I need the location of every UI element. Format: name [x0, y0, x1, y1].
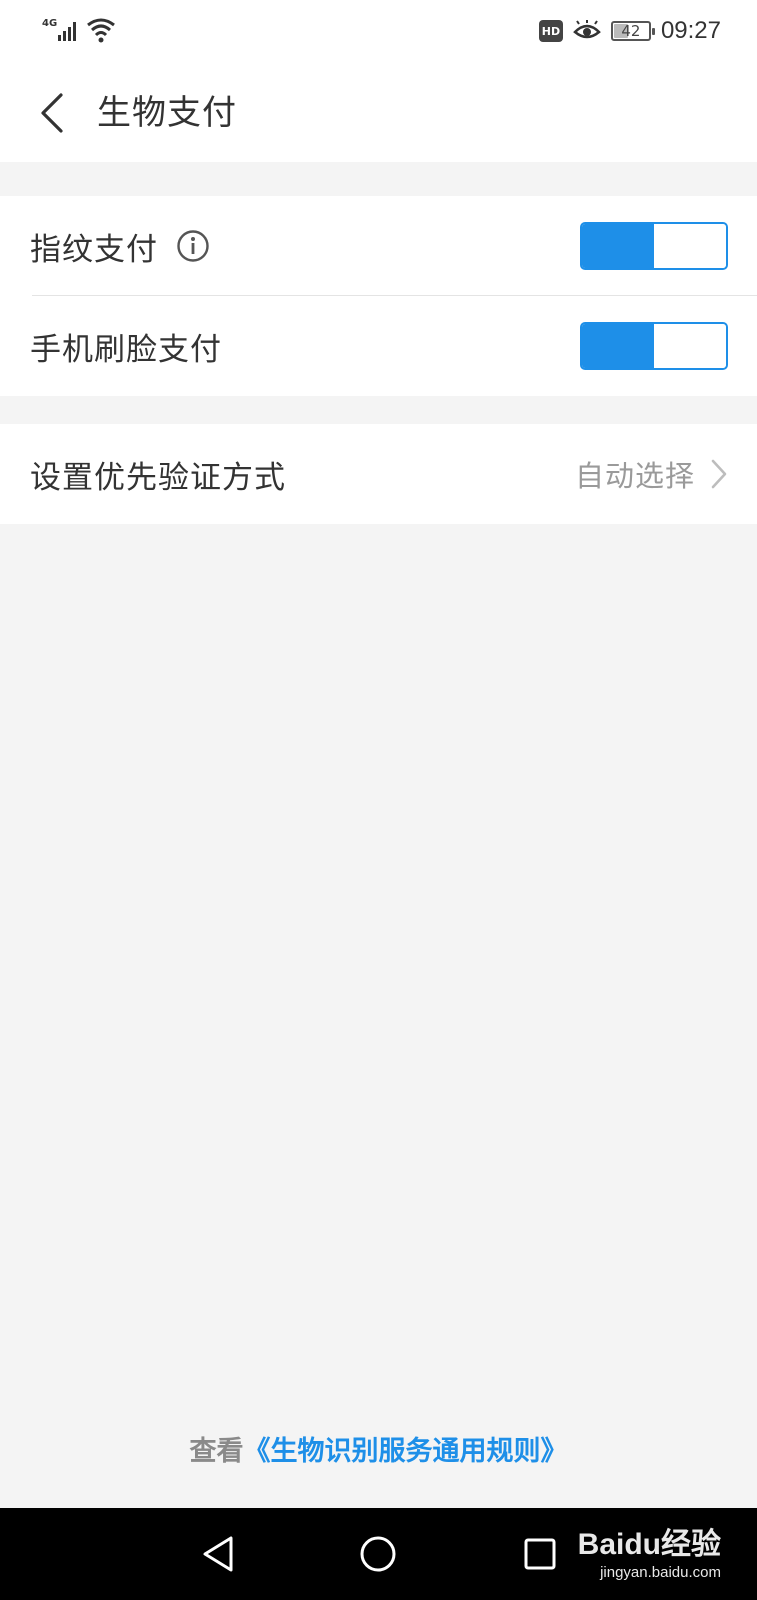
page-title: 生物支付: [97, 93, 237, 133]
footer-prefix: 查看: [189, 1436, 244, 1467]
nav-back-button[interactable]: [196, 1532, 240, 1576]
chevron-right-icon: [711, 459, 727, 489]
watermark: Baidu经验 jingyan.baidu.com: [578, 1526, 721, 1586]
priority-verification-row[interactable]: 设置优先验证方式 自动选择: [0, 424, 757, 524]
hd-badge: HD: [538, 20, 563, 42]
status-bar: 4G HD 42 09:27: [0, 0, 757, 62]
toggle-on-fill: [582, 224, 654, 268]
fingerprint-pay-row: 指纹支付: [0, 196, 757, 296]
back-button[interactable]: [30, 88, 74, 138]
battery-indicator: 42: [610, 21, 655, 41]
watermark-logo: Baidu经验: [577, 1528, 721, 1561]
face-pay-label: 手机刷脸支付: [30, 331, 222, 368]
face-pay-toggle[interactable]: [580, 322, 728, 370]
status-right: HD 42 09:27: [538, 14, 721, 48]
rules-footer: 查看《生物识别服务通用规则》: [0, 1432, 757, 1472]
fingerprint-pay-label: 指纹支付: [30, 231, 158, 268]
circle-home-icon: [360, 1536, 396, 1572]
face-pay-row: 手机刷脸支付: [0, 296, 757, 396]
toggle-knob: [654, 324, 726, 368]
fingerprint-pay-label-wrap: 指纹支付: [30, 196, 210, 296]
nav-recent-button[interactable]: [518, 1532, 562, 1576]
info-icon[interactable]: [176, 229, 210, 263]
biometric-settings-card: 指纹支付 手机刷脸支付: [0, 196, 757, 396]
app-header: 生物支付: [0, 62, 757, 162]
toggle-on-fill: [582, 324, 654, 368]
fingerprint-pay-toggle[interactable]: [580, 222, 728, 270]
biometric-rules-link[interactable]: 《生物识别服务通用规则》: [244, 1436, 568, 1467]
eye-comfort-icon: [573, 20, 601, 39]
signal-icon: [58, 22, 76, 41]
watermark-url: jingyan.baidu.com: [600, 1564, 721, 1581]
priority-verification-label: 设置优先验证方式: [30, 459, 286, 496]
triangle-back-icon: [203, 1536, 233, 1572]
chevron-left-icon: [41, 93, 63, 133]
toggle-knob: [654, 224, 726, 268]
square-recent-icon: [524, 1538, 556, 1570]
nav-home-button[interactable]: [356, 1532, 400, 1576]
system-nav-bar: Baidu经验 jingyan.baidu.com: [0, 1508, 757, 1600]
wifi-icon: [87, 18, 115, 43]
network-type: 4G: [42, 18, 58, 29]
status-time: 09:27: [660, 17, 721, 44]
battery-text: 42: [621, 22, 641, 40]
priority-verification-value: 自动选择: [574, 459, 695, 493]
